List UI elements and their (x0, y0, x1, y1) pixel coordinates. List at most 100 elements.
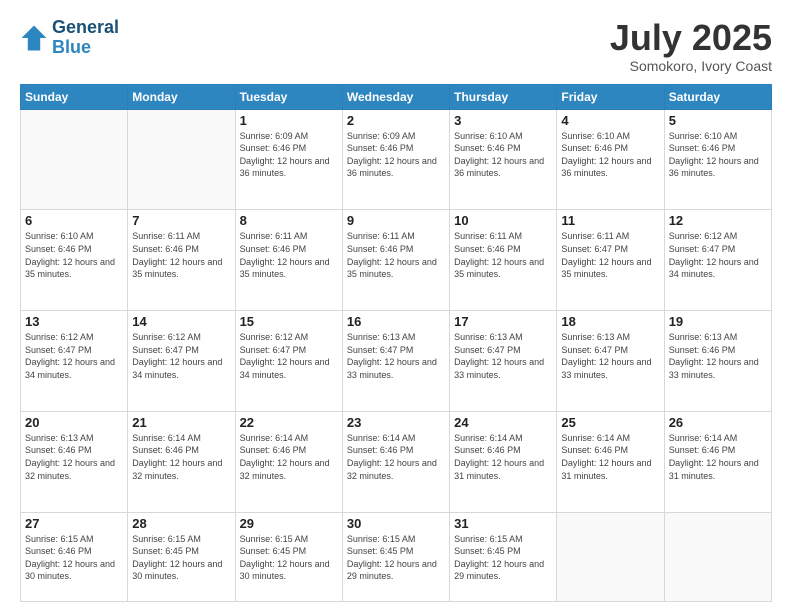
day-number: 7 (132, 213, 230, 228)
day-number: 9 (347, 213, 445, 228)
table-row: 5 Sunrise: 6:10 AM Sunset: 6:46 PM Daylig… (664, 109, 771, 210)
logo-text: General Blue (52, 18, 119, 58)
day-info: Sunrise: 6:10 AM Sunset: 6:46 PM Dayligh… (25, 230, 123, 280)
table-row: 13Sunrise: 6:12 AM Sunset: 6:47 PM Dayli… (21, 311, 128, 412)
day-info: Sunrise: 6:09 AM Sunset: 6:46 PM Dayligh… (240, 130, 338, 180)
table-row: 12 Sunrise: 6:12 AM Sunset: 6:47 PM Dayli… (664, 210, 771, 311)
table-row: 21Sunrise: 6:14 AM Sunset: 6:46 PM Dayli… (128, 411, 235, 512)
calendar-header-row: Sunday Monday Tuesday Wednesday Thursday… (21, 84, 772, 109)
table-row: 9 Sunrise: 6:11 AM Sunset: 6:46 PM Daylig… (342, 210, 449, 311)
table-row: 18 Sunrise: 6:13 AM Sunset: 6:47 PM Dayli… (557, 311, 664, 412)
day-info: Sunrise: 6:12 AM Sunset: 6:47 PM Dayligh… (132, 331, 230, 381)
day-number: 1 (240, 113, 338, 128)
day-number: 23 (347, 415, 445, 430)
day-info: Sunrise: 6:15 AM Sunset: 6:45 PM Dayligh… (240, 533, 338, 583)
day-number: 6 (25, 213, 123, 228)
day-number: 13 (25, 314, 123, 329)
table-row: 14Sunrise: 6:12 AM Sunset: 6:47 PM Dayli… (128, 311, 235, 412)
logo: General Blue (20, 18, 119, 58)
day-info: Sunrise: 6:14 AM Sunset: 6:46 PM Dayligh… (561, 432, 659, 482)
day-number: 31 (454, 516, 552, 531)
day-number: 28 (132, 516, 230, 531)
day-number: 19 (669, 314, 767, 329)
day-number: 8 (240, 213, 338, 228)
day-info: Sunrise: 6:09 AM Sunset: 6:46 PM Dayligh… (347, 130, 445, 180)
day-info: Sunrise: 6:11 AM Sunset: 6:46 PM Dayligh… (454, 230, 552, 280)
table-row: 17 Sunrise: 6:13 AM Sunset: 6:47 PM Dayli… (450, 311, 557, 412)
day-info: Sunrise: 6:11 AM Sunset: 6:46 PM Dayligh… (347, 230, 445, 280)
day-number: 10 (454, 213, 552, 228)
calendar-week-row: 13 Sunrise: 6:12 AM Sunset: 6:47 PM Dayli… (21, 311, 772, 412)
day-info: Sunrise: 6:15 AM Sunset: 6:45 PM Dayligh… (347, 533, 445, 583)
col-saturday: Saturday (664, 84, 771, 109)
day-info: Sunrise: 6:14 AM Sunset: 6:46 PM Dayligh… (669, 432, 767, 482)
logo-line1: General (52, 18, 119, 38)
day-info: Sunrise: 6:11 AM Sunset: 6:46 PM Dayligh… (240, 230, 338, 280)
day-info: Sunrise: 6:10 AM Sunset: 6:46 PM Dayligh… (454, 130, 552, 180)
table-row: 6 Sunrise: 6:10 AM Sunset: 6:46 PM Daylig… (21, 210, 128, 311)
day-number: 5 (669, 113, 767, 128)
day-info: Sunrise: 6:13 AM Sunset: 6:46 PM Dayligh… (669, 331, 767, 381)
table-row: 31 Sunrise: 6:15 AM Sunset: 6:45 PM Dayli… (450, 512, 557, 601)
calendar-table: Sunday Monday Tuesday Wednesday Thursday… (20, 84, 772, 602)
day-number: 3 (454, 113, 552, 128)
header: General Blue July 2025 Somokoro, Ivory C… (20, 18, 772, 74)
day-number: 24 (454, 415, 552, 430)
table-row: 23 Sunrise: 6:14 AM Sunset: 6:46 PM Dayli… (342, 411, 449, 512)
day-info: Sunrise: 6:12 AM Sunset: 6:47 PM Dayligh… (240, 331, 338, 381)
day-number: 25 (561, 415, 659, 430)
day-info: Sunrise: 6:13 AM Sunset: 6:47 PM Dayligh… (347, 331, 445, 381)
day-number: 11 (561, 213, 659, 228)
day-number: 27 (25, 516, 123, 531)
table-row: 27 Sunrise: 6:15 AM Sunset: 6:46 PM Dayli… (21, 512, 128, 601)
day-info: Sunrise: 6:11 AM Sunset: 6:46 PM Dayligh… (132, 230, 230, 280)
logo-icon (20, 24, 48, 52)
day-info: Sunrise: 6:14 AM Sunset: 6:46 PM Dayligh… (240, 432, 338, 482)
col-sunday: Sunday (21, 84, 128, 109)
day-info: Sunrise: 6:12 AM Sunset: 6:47 PM Dayligh… (669, 230, 767, 280)
day-number: 17 (454, 314, 552, 329)
day-info: Sunrise: 6:10 AM Sunset: 6:46 PM Dayligh… (669, 130, 767, 180)
table-row: 24 Sunrise: 6:14 AM Sunset: 6:46 PM Dayli… (450, 411, 557, 512)
day-number: 16 (347, 314, 445, 329)
day-info: Sunrise: 6:13 AM Sunset: 6:47 PM Dayligh… (561, 331, 659, 381)
calendar-week-row: 27 Sunrise: 6:15 AM Sunset: 6:46 PM Dayli… (21, 512, 772, 601)
day-number: 15 (240, 314, 338, 329)
table-row: 4Sunrise: 6:10 AM Sunset: 6:46 PM Daylig… (557, 109, 664, 210)
day-info: Sunrise: 6:15 AM Sunset: 6:45 PM Dayligh… (132, 533, 230, 583)
col-friday: Friday (557, 84, 664, 109)
day-number: 18 (561, 314, 659, 329)
day-number: 4 (561, 113, 659, 128)
day-number: 20 (25, 415, 123, 430)
table-row: 16 Sunrise: 6:13 AM Sunset: 6:47 PM Dayli… (342, 311, 449, 412)
title-block: July 2025 Somokoro, Ivory Coast (610, 18, 772, 74)
table-row: 15 Sunrise: 6:12 AM Sunset: 6:47 PM Dayli… (235, 311, 342, 412)
col-monday: Monday (128, 84, 235, 109)
table-row: 19 Sunrise: 6:13 AM Sunset: 6:46 PM Dayli… (664, 311, 771, 412)
col-wednesday: Wednesday (342, 84, 449, 109)
day-number: 22 (240, 415, 338, 430)
table-row: 10 Sunrise: 6:11 AM Sunset: 6:46 PM Dayli… (450, 210, 557, 311)
table-row: 3 Sunrise: 6:10 AM Sunset: 6:46 PM Daylig… (450, 109, 557, 210)
table-row: 1 Sunrise: 6:09 AM Sunset: 6:46 PM Daylig… (235, 109, 342, 210)
month-title: July 2025 (610, 18, 772, 58)
table-row: 25 Sunrise: 6:14 AM Sunset: 6:46 PM Dayli… (557, 411, 664, 512)
day-number: 12 (669, 213, 767, 228)
table-row: 7 Sunrise: 6:11 AM Sunset: 6:46 PM Daylig… (128, 210, 235, 311)
subtitle: Somokoro, Ivory Coast (610, 58, 772, 74)
table-row: 30Sunrise: 6:15 AM Sunset: 6:45 PM Dayli… (342, 512, 449, 601)
table-row (557, 512, 664, 601)
col-tuesday: Tuesday (235, 84, 342, 109)
day-number: 21 (132, 415, 230, 430)
table-row: 26Sunrise: 6:14 AM Sunset: 6:46 PM Dayli… (664, 411, 771, 512)
table-row: 8 Sunrise: 6:11 AM Sunset: 6:46 PM Daylig… (235, 210, 342, 311)
day-info: Sunrise: 6:11 AM Sunset: 6:47 PM Dayligh… (561, 230, 659, 280)
day-info: Sunrise: 6:14 AM Sunset: 6:46 PM Dayligh… (347, 432, 445, 482)
day-info: Sunrise: 6:13 AM Sunset: 6:47 PM Dayligh… (454, 331, 552, 381)
table-row: 29Sunrise: 6:15 AM Sunset: 6:45 PM Dayli… (235, 512, 342, 601)
day-info: Sunrise: 6:15 AM Sunset: 6:46 PM Dayligh… (25, 533, 123, 583)
logo-line2: Blue (52, 37, 91, 57)
day-info: Sunrise: 6:14 AM Sunset: 6:46 PM Dayligh… (454, 432, 552, 482)
day-info: Sunrise: 6:15 AM Sunset: 6:45 PM Dayligh… (454, 533, 552, 583)
table-row (664, 512, 771, 601)
